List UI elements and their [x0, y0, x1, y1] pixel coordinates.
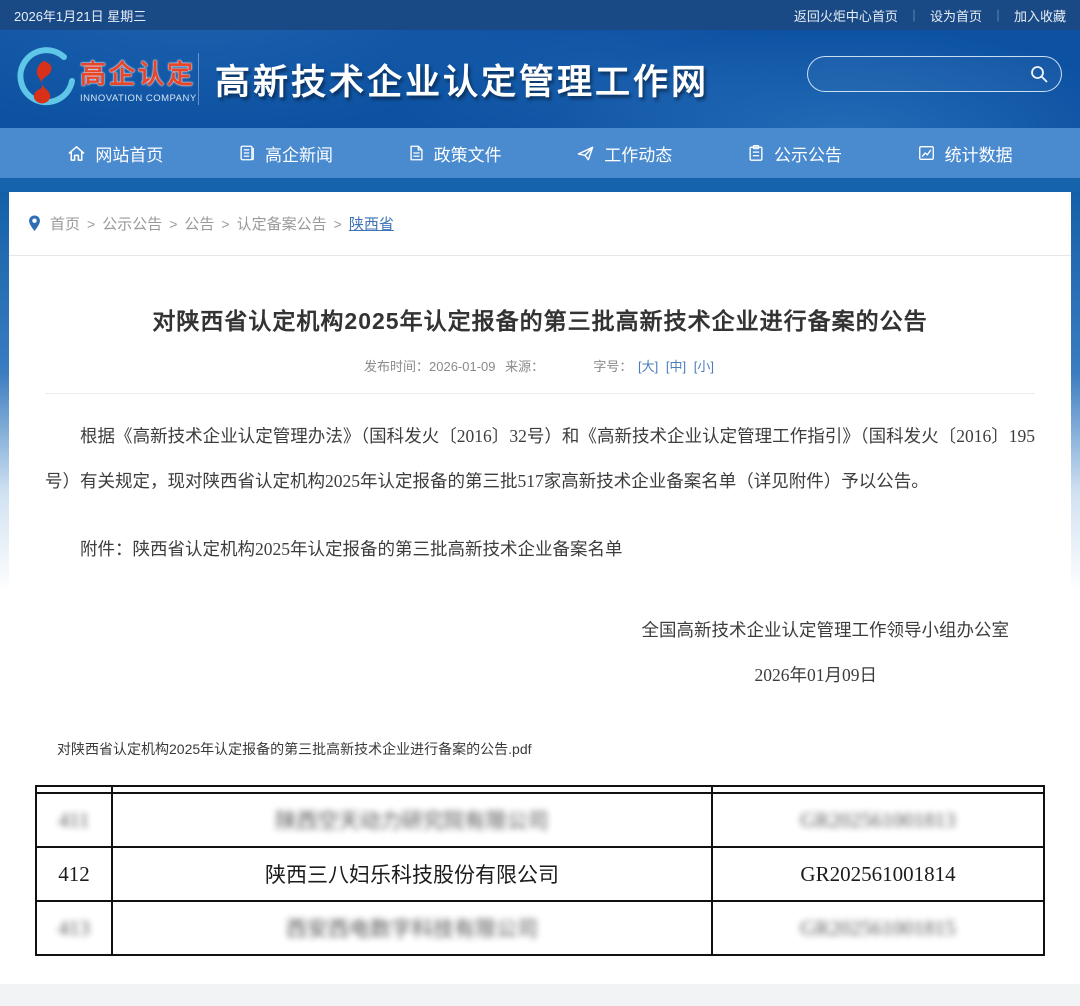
fontsize-label: 字号：: [593, 359, 632, 374]
return-torch-home-link[interactable]: 返回火炬中心首页: [794, 6, 898, 25]
logo-title: 高企认定: [80, 54, 197, 91]
nav-item-label: 高企新闻: [265, 141, 333, 166]
header-divider: [198, 53, 199, 105]
breadcrumb-home[interactable]: 首页: [50, 213, 80, 234]
topbar: 2026年1月21日 星期三 返回火炬中心首页 ｜ 设为首页 ｜ 加入收藏: [0, 0, 1080, 30]
breadcrumb-filing-notice[interactable]: 认定备案公告: [237, 213, 327, 234]
company-name: 西安西电数字科技有限公司: [286, 913, 538, 943]
certificate-number: GR202561001815: [800, 916, 955, 941]
nav-bottom-strip: [0, 178, 1080, 192]
footer-band: [0, 984, 1080, 1006]
breadcrumb-separator: >: [169, 216, 177, 232]
breadcrumb-notice[interactable]: 公告: [184, 213, 214, 234]
filing-table: 411 陕西空天动力研究院有限公司 GR202561001813 412 陕西三…: [35, 785, 1045, 956]
main-nav: 网站首页 高企新闻 政策文件 工作动态 公示公告 统计数据: [0, 128, 1080, 178]
clipboard-icon: [747, 144, 765, 162]
search-box[interactable]: [807, 56, 1062, 92]
publish-date: 2026-01-09: [429, 359, 496, 374]
breadcrumb-separator: >: [87, 216, 95, 232]
fontsize-large-button[interactable]: [大]: [638, 359, 658, 374]
row-number: 412: [58, 862, 90, 887]
nav-item-home[interactable]: 网站首页: [67, 141, 163, 166]
logo-icon: [14, 47, 78, 111]
article-meta: 发布时间：2026-01-09 来源： 字号： [大] [中] [小]: [45, 356, 1035, 375]
right-edge-stripe: [1071, 192, 1080, 592]
breadcrumb: 首页 > 公示公告 > 公告 > 认定备案公告 > 陕西省: [9, 192, 1071, 256]
article-title: 对陕西省认定机构2025年认定报备的第三批高新技术企业进行备案的公告: [45, 256, 1035, 336]
table-row-411: 411 陕西空天动力研究院有限公司 GR202561001813: [36, 793, 1044, 847]
nav-item-label: 网站首页: [95, 141, 163, 166]
nav-item-statistics[interactable]: 统计数据: [917, 141, 1013, 166]
topbar-separator: ｜: [992, 7, 1004, 24]
fontsize-medium-button[interactable]: [中]: [666, 359, 686, 374]
topbar-separator: ｜: [908, 7, 920, 24]
nav-item-policy[interactable]: 政策文件: [408, 141, 502, 166]
location-pin-icon: [27, 214, 42, 233]
topbar-date: 2026年1月21日 星期三: [14, 6, 146, 25]
nav-item-label: 工作动态: [604, 141, 672, 166]
breadcrumb-separator: >: [221, 216, 229, 232]
signature-office: 全国高新技术企业认定管理工作领导小组办公室: [45, 617, 1035, 642]
certificate-number: GR202561001813: [800, 808, 955, 833]
news-icon: [238, 144, 256, 162]
row-number: 411: [59, 808, 90, 833]
row-number: 413: [58, 916, 90, 941]
company-name: 陕西空天动力研究院有限公司: [276, 805, 549, 835]
article-content: 对陕西省认定机构2025年认定报备的第三批高新技术企业进行备案的公告 发布时间：…: [9, 256, 1071, 956]
table-row-412: 412 陕西三八妇乐科技股份有限公司 GR202561001814: [36, 847, 1044, 901]
set-homepage-link[interactable]: 设为首页: [930, 6, 982, 25]
site-title: 高新技术企业认定管理工作网: [215, 54, 709, 105]
nav-item-news[interactable]: 高企新闻: [238, 141, 333, 166]
table-row-413: 413 西安西电数字科技有限公司 GR202561001815: [36, 901, 1044, 955]
document-icon: [408, 144, 425, 162]
fontsize-small-button[interactable]: [小]: [694, 359, 714, 374]
nav-item-label: 政策文件: [434, 141, 502, 166]
pdf-attachment-link[interactable]: 对陕西省认定机构2025年认定报备的第三批高新技术企业进行备案的公告.pdf: [57, 739, 532, 759]
nav-item-announcements[interactable]: 公示公告: [747, 141, 842, 166]
nav-item-label: 公示公告: [774, 141, 842, 166]
add-favorite-link[interactable]: 加入收藏: [1014, 6, 1066, 25]
paper-plane-icon: [576, 144, 595, 163]
site-logo[interactable]: 高企认定 INNOVATION COMPANY: [14, 47, 190, 111]
attachment-line: 附件：陕西省认定机构2025年认定报备的第三批高新技术企业备案名单: [45, 536, 1035, 561]
signature-date: 2026年01月09日: [45, 662, 1035, 687]
logo-subtitle: INNOVATION COMPANY: [80, 93, 197, 104]
company-name: 陕西三八妇乐科技股份有限公司: [265, 859, 559, 889]
nav-item-label: 统计数据: [945, 141, 1013, 166]
source-label: 来源：: [505, 359, 544, 374]
breadcrumb-current-shaanxi[interactable]: 陕西省: [349, 213, 394, 234]
breadcrumb-separator: >: [334, 216, 342, 232]
chart-icon: [917, 144, 936, 162]
meta-divider: [45, 393, 1035, 394]
certificate-number: GR202561001814: [800, 862, 955, 887]
table-row-partial: [36, 786, 1044, 793]
left-edge-stripe: [0, 192, 9, 592]
home-icon: [67, 144, 86, 163]
article-paragraph: 根据《高新技术企业认定管理办法》（国科发火〔2016〕32号）和《高新技术企业认…: [45, 414, 1035, 504]
nav-item-work[interactable]: 工作动态: [576, 141, 672, 166]
breadcrumb-announcements[interactable]: 公示公告: [102, 213, 162, 234]
site-header: 高企认定 INNOVATION COMPANY 高新技术企业认定管理工作网: [0, 30, 1080, 128]
search-input[interactable]: [808, 66, 1029, 82]
search-icon[interactable]: [1029, 64, 1049, 84]
publish-time-label: 发布时间：: [364, 359, 429, 374]
